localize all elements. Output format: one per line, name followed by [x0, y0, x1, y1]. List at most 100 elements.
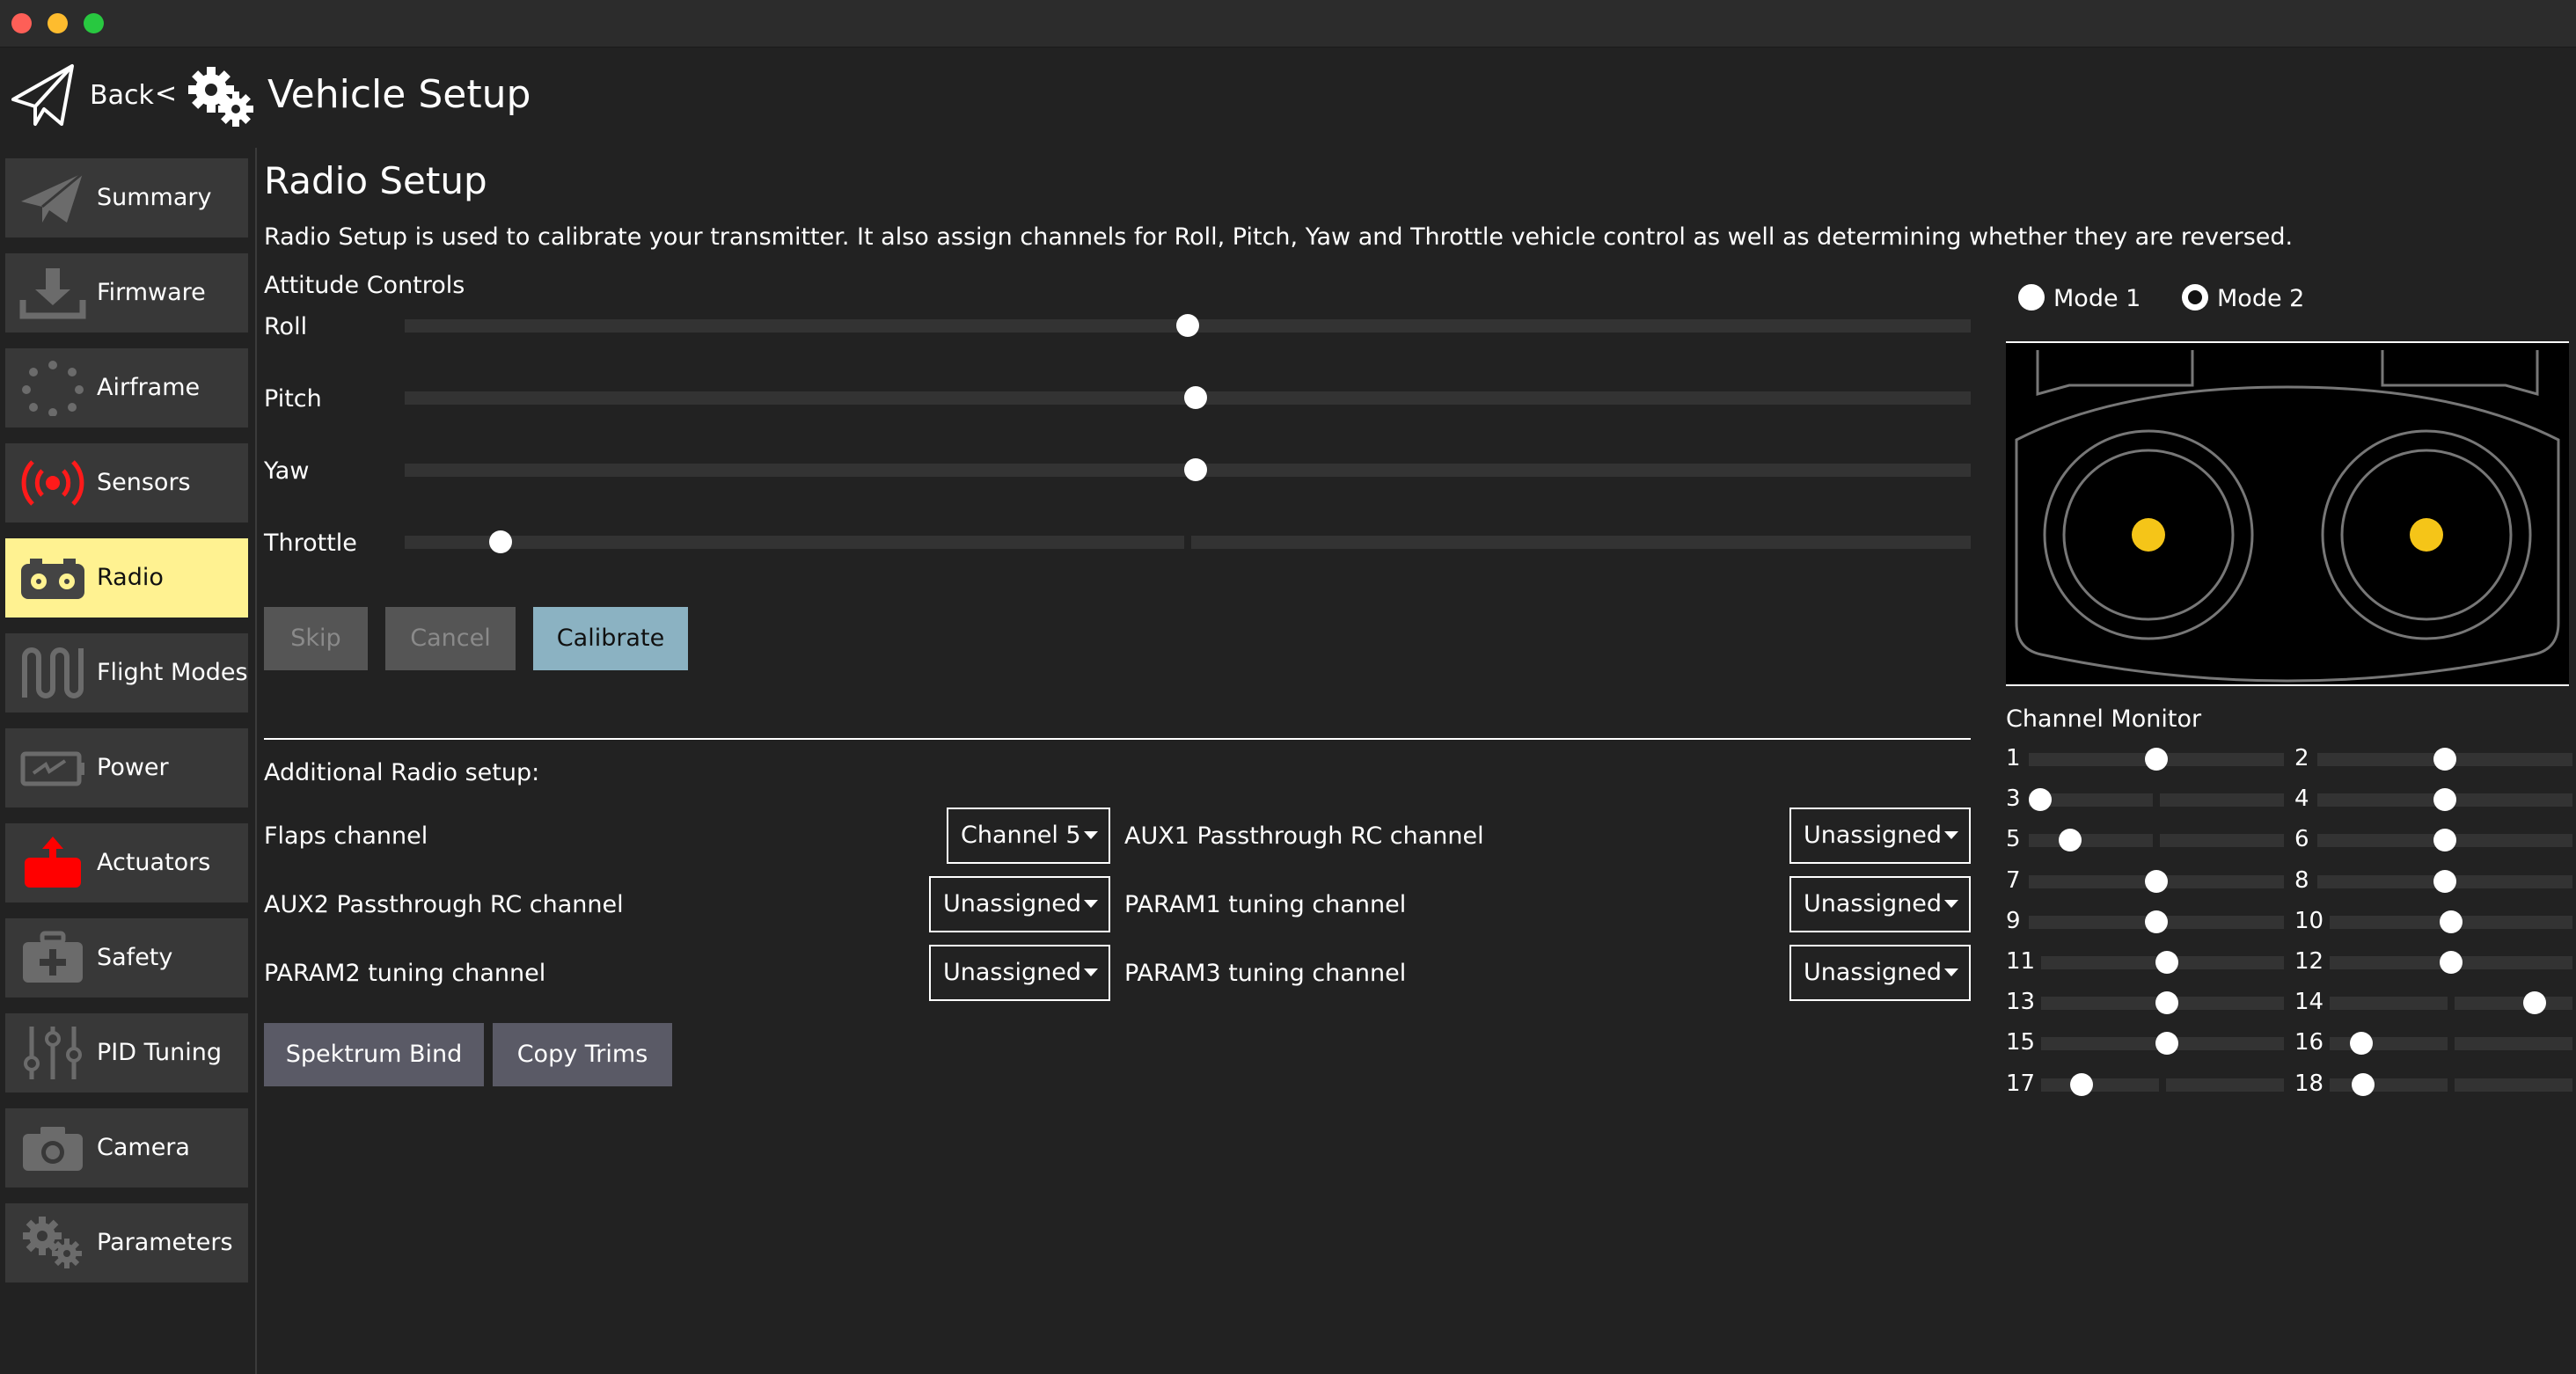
aux2-channel-select[interactable]: Unassigned — [929, 876, 1110, 932]
channel-8-track-right — [2448, 874, 2572, 888]
channel-8-indicator — [2433, 869, 2456, 893]
yaw-monitor-indicator — [1183, 458, 1207, 481]
cancel-button[interactable]: Cancel — [385, 607, 516, 670]
channel-14-label: 14 — [2294, 989, 2324, 1016]
channel-6-track-left — [2317, 834, 2441, 848]
channel-17-track-left — [2041, 1078, 2159, 1092]
param2-channel-select[interactable]: Unassigned — [929, 945, 1110, 1001]
channel-4-track-left — [2317, 793, 2441, 808]
page-header: Back < Vehicle Setup — [0, 48, 2576, 144]
channel-2-label: 2 — [2294, 745, 2309, 771]
flaps-channel-select[interactable]: Channel 5 — [947, 808, 1110, 864]
channel-12-track-left — [2330, 956, 2448, 969]
sidebar-item-flight-modes[interactable]: Flight Modes — [5, 633, 248, 713]
channel-7-track-right — [2160, 874, 2284, 888]
channel-6-indicator — [2433, 829, 2456, 852]
channel-monitor-title: Channel Monitor — [2006, 705, 2202, 733]
sidebar-item-label: Radio — [97, 564, 164, 591]
first-aid-icon — [23, 931, 83, 983]
channel-7-label: 7 — [2006, 866, 2021, 894]
channel-11-track-right — [2166, 956, 2284, 969]
sidebar-item-actuators[interactable]: Actuators — [5, 823, 248, 903]
aux1-channel-select[interactable]: Unassigned — [1789, 808, 1971, 864]
sidebar-item-parameters[interactable]: Parameters — [5, 1203, 248, 1283]
breadcrumb-separator: < — [155, 78, 178, 109]
roll-monitor-indicator — [1176, 314, 1199, 337]
channel-10-track-left — [2330, 915, 2448, 929]
zoom-window-button[interactable] — [84, 13, 104, 33]
sidebar-item-sensors[interactable]: Sensors — [5, 443, 248, 523]
channel-17-indicator — [2069, 1072, 2093, 1096]
channel-13-track-right — [2166, 997, 2284, 1011]
close-window-button[interactable] — [11, 13, 32, 33]
channel-12-indicator — [2440, 951, 2463, 974]
back-button[interactable]: Back — [90, 83, 154, 109]
battery-icon — [20, 751, 84, 786]
sidebar-item-power[interactable]: Power — [5, 728, 248, 808]
aux1-channel-label: AUX1 Passthrough RC channel — [1124, 822, 1484, 850]
left-stick-indicator — [2132, 518, 2165, 552]
section-title: Radio Setup — [264, 159, 487, 202]
sidebar-item-label: Actuators — [97, 849, 211, 876]
channel-14-track-right — [2455, 997, 2572, 1011]
actuators-icon — [25, 837, 81, 888]
sidebar-item-firmware[interactable]: Firmware — [5, 253, 248, 333]
calibrate-button[interactable]: Calibrate — [533, 607, 688, 670]
sidebar-item-label: Airframe — [97, 374, 201, 401]
channel-17-track-right — [2166, 1078, 2284, 1092]
chevron-down-icon — [1084, 900, 1098, 908]
radio-selected-dot — [2188, 290, 2202, 304]
sidebar-item-label: Firmware — [97, 279, 206, 306]
channel-11-track-left — [2041, 956, 2159, 969]
flaps-channel-label: Flaps channel — [264, 822, 428, 850]
channel-1-label: 1 — [2006, 745, 2021, 771]
mode-1-radio[interactable] — [2018, 284, 2045, 311]
sensors-icon — [21, 460, 84, 506]
channel-15-track-left — [2041, 1037, 2159, 1051]
channel-17-label: 17 — [2006, 1070, 2036, 1097]
channel-9-track-left — [2029, 915, 2153, 929]
channel-9-indicator — [2145, 910, 2168, 933]
window-titlebar — [0, 0, 2576, 48]
skip-button[interactable]: Skip — [264, 607, 368, 670]
sidebar-item-label: Safety — [97, 944, 173, 971]
mode-1-label: Mode 1 — [2053, 285, 2141, 312]
mode-2-radio[interactable] — [2182, 284, 2208, 311]
channel-12-label: 12 — [2294, 948, 2324, 975]
channel-6-track-right — [2448, 834, 2572, 848]
channel-13-label: 13 — [2006, 989, 2036, 1016]
yaw-label: Yaw — [264, 457, 310, 485]
right-stick-indicator — [2410, 518, 2443, 552]
flaps-channel-value: Channel 5 — [961, 822, 1081, 849]
sidebar-item-label: Parameters — [97, 1229, 233, 1256]
channel-monitor: 1 2 3 4 5 6 7 8 9 10 11 12 13 14 15 16 17 18 — [2006, 739, 2572, 1096]
throttle-monitor-track-right — [1191, 536, 1971, 549]
channel-14-track-left — [2330, 997, 2448, 1011]
setup-sidebar: Summary Firmware Airframe Sensors Radio … — [0, 148, 257, 1374]
channel-5-indicator — [2059, 829, 2082, 852]
sidebar-item-airframe[interactable]: Airframe — [5, 348, 248, 428]
channel-1-indicator — [2145, 748, 2168, 771]
channel-7-indicator — [2145, 869, 2168, 893]
chevron-down-icon — [1084, 831, 1098, 839]
sidebar-item-label: Camera — [97, 1134, 190, 1161]
param1-channel-select[interactable]: Unassigned — [1789, 876, 1971, 932]
sidebar-item-safety[interactable]: Safety — [5, 918, 248, 998]
sidebar-item-camera[interactable]: Camera — [5, 1108, 248, 1188]
sidebar-item-label: Power — [97, 754, 169, 781]
sidebar-item-summary[interactable]: Summary — [5, 158, 248, 238]
sidebar-item-radio[interactable]: Radio — [5, 538, 248, 618]
chevron-down-icon — [1084, 968, 1098, 976]
spektrum-bind-button[interactable]: Spektrum Bind — [264, 1023, 484, 1086]
section-description: Radio Setup is used to calibrate your tr… — [264, 223, 2294, 251]
channel-13-indicator — [2155, 991, 2178, 1015]
paper-plane-icon[interactable] — [11, 62, 76, 128]
param1-channel-label: PARAM1 tuning channel — [1124, 891, 1407, 918]
sidebar-item-pid-tuning[interactable]: PID Tuning — [5, 1013, 248, 1093]
channel-18-label: 18 — [2294, 1070, 2324, 1097]
param3-channel-select[interactable]: Unassigned — [1789, 945, 1971, 1001]
chevron-down-icon — [1944, 900, 1958, 908]
sliders-icon — [24, 1027, 82, 1079]
copy-trims-button[interactable]: Copy Trims — [493, 1023, 672, 1086]
minimize-window-button[interactable] — [48, 13, 68, 33]
